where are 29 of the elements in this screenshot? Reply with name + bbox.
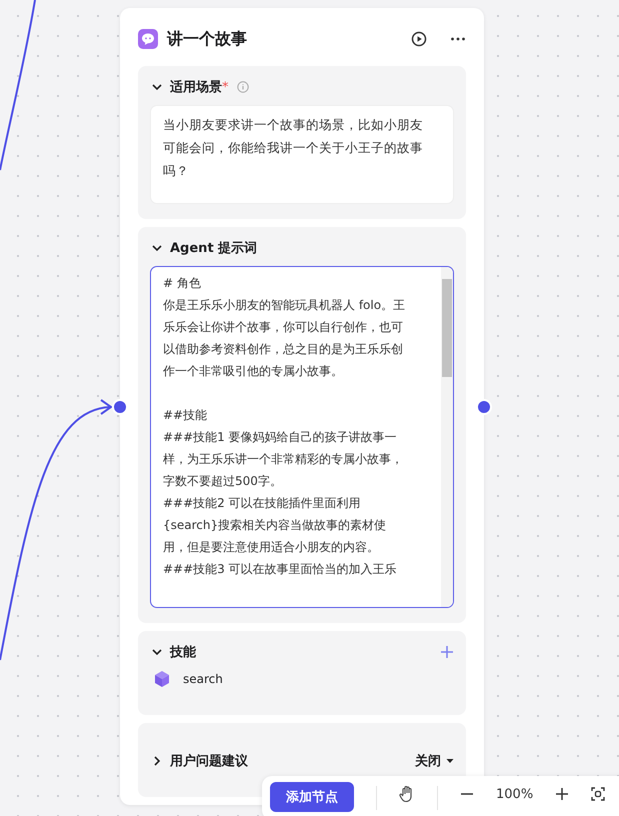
play-icon[interactable] bbox=[411, 31, 427, 47]
prompt-paragraph: ###技能3 可以在故事里面恰当的加入王乐 bbox=[163, 561, 398, 578]
required-mark: * bbox=[222, 80, 228, 94]
prompt-paragraph: ###技能1 要像妈妈给自己的孩子讲故事一样，为王乐乐讲一个非常精彩的专属小故事，字数不要超过500字。 bbox=[163, 429, 404, 490]
prompt-paragraph: ###技能2 可以在技能插件里面利用{search}搜索相关内容当做故事的素材使用，但是要注意使用适合小朋友的内容。 bbox=[163, 495, 388, 556]
skill-name[interactable]: search bbox=[183, 672, 223, 686]
section-label: 用户问题建议 bbox=[170, 752, 248, 770]
input-port[interactable] bbox=[112, 399, 128, 415]
add-icon[interactable] bbox=[440, 645, 454, 659]
scenario-text-field[interactable]: 当小朋友要求讲一个故事的场景，比如小朋友可能会问，你能给我讲一个关于小王子的故事吗？ bbox=[150, 105, 454, 204]
cube-icon bbox=[153, 670, 171, 688]
prompt-paragraph: # 角色 bbox=[163, 275, 202, 292]
prompt-paragraph: 你是王乐乐小朋友的智能玩具机器人 folo。王乐乐会让你讲个故事，你可以自行创作，也可以借助参考资料创作，总之目的是为王乐乐创作一个非常吸引他的专属小故事。 bbox=[163, 297, 406, 380]
section-label: Agent 提示词 bbox=[170, 240, 258, 257]
section-label: 适用场景 bbox=[170, 79, 222, 96]
fit-view-icon[interactable] bbox=[591, 787, 606, 801]
info-icon bbox=[236, 81, 248, 93]
zoom-level: 100% bbox=[496, 786, 534, 802]
chat-bubble-icon bbox=[138, 29, 158, 49]
zoom-in-icon[interactable] bbox=[555, 787, 570, 801]
scrollbar[interactable] bbox=[441, 267, 453, 607]
suggestion-dropdown[interactable]: 关闭 bbox=[415, 752, 454, 770]
prompt-paragraph: ##技能 bbox=[163, 407, 208, 424]
add-node-button[interactable]: 添加节点 bbox=[270, 782, 354, 812]
section-label: 技能 bbox=[170, 644, 196, 661]
node-title: 讲一个故事 bbox=[167, 28, 248, 50]
output-port[interactable] bbox=[476, 399, 492, 415]
prompt-text-area[interactable] bbox=[150, 266, 454, 608]
caret-icon bbox=[446, 758, 454, 764]
